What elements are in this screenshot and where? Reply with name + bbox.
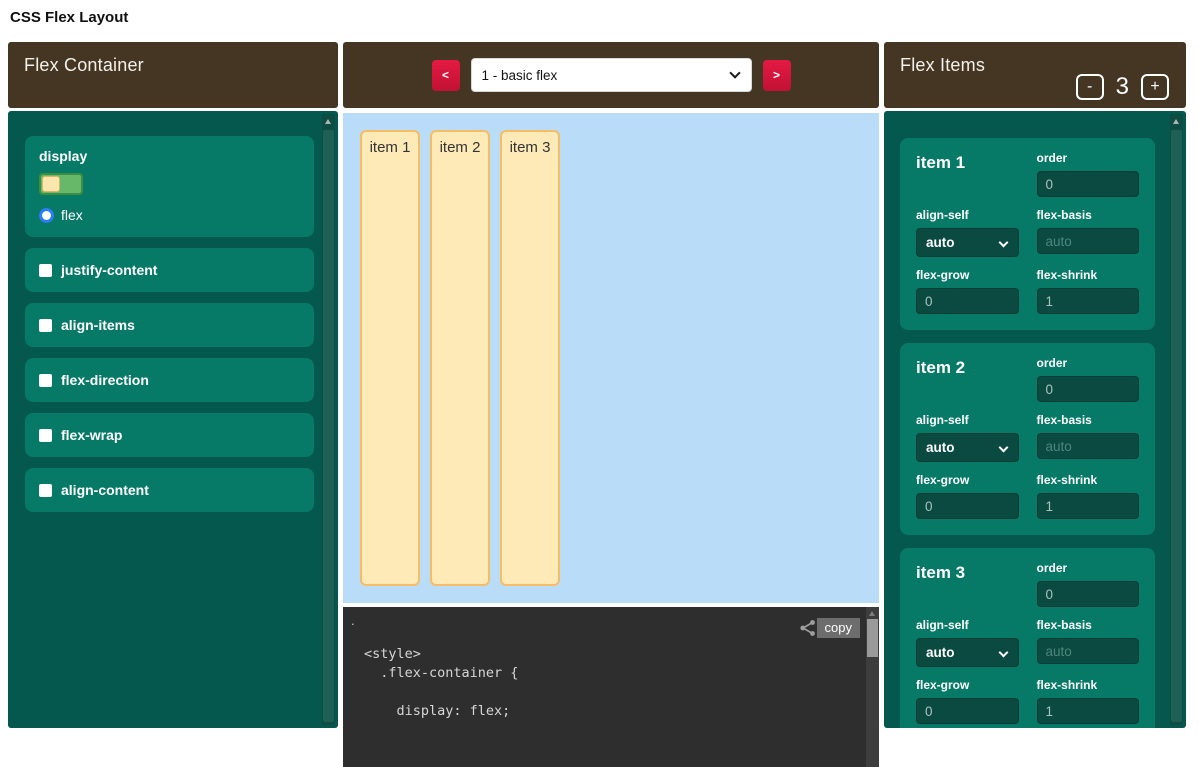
item-2-title: item 2 bbox=[916, 356, 1019, 402]
justify-content-label: justify-content bbox=[61, 262, 157, 278]
code-scrollbar-thumb[interactable] bbox=[867, 619, 878, 657]
flex-basis-label: flex-basis bbox=[1037, 413, 1140, 427]
flex-container-title: Flex Container bbox=[24, 55, 144, 76]
order-label: order bbox=[1037, 356, 1140, 370]
flex-items-panel: Flex Items - 3 + item 1 order align-self bbox=[884, 42, 1186, 728]
item-1-card: item 1 order align-self auto flex-basis bbox=[900, 138, 1155, 330]
item-count: 3 bbox=[1116, 73, 1129, 101]
item-1-title: item 1 bbox=[916, 151, 1019, 197]
flex-shrink-input[interactable] bbox=[1037, 288, 1140, 314]
flex-direction-checkbox[interactable] bbox=[39, 374, 52, 387]
align-self-label: align-self bbox=[916, 618, 1019, 632]
flex-basis-input[interactable] bbox=[1037, 638, 1140, 664]
flex-wrap-checkbox[interactable] bbox=[39, 429, 52, 442]
cursor-dot: . bbox=[351, 613, 355, 628]
right-panel-scrollbar[interactable] bbox=[1170, 114, 1183, 725]
flex-container-panel: Flex Container display flex justify-cont… bbox=[8, 42, 338, 728]
demo-nav-header: < 1 - basic flex > bbox=[343, 42, 879, 108]
flex-items-title: Flex Items bbox=[900, 55, 985, 76]
next-demo-button[interactable]: > bbox=[763, 60, 791, 91]
flex-preview-area: item 1 item 2 item 3 bbox=[343, 113, 879, 603]
code-line: display: flex; bbox=[364, 702, 849, 721]
display-label: display bbox=[39, 148, 300, 164]
flex-basis-label: flex-basis bbox=[1037, 618, 1140, 632]
flex-items-body: item 1 order align-self auto flex-basis bbox=[884, 111, 1186, 728]
item-count-stepper: - 3 + bbox=[1076, 73, 1169, 101]
page-title: CSS Flex Layout bbox=[10, 9, 128, 26]
flex-container-header: Flex Container bbox=[8, 42, 338, 108]
scroll-up-icon[interactable] bbox=[869, 611, 875, 616]
flex-grow-input[interactable] bbox=[916, 698, 1019, 724]
code-line: .flex-container { bbox=[364, 664, 849, 683]
flex-basis-input[interactable] bbox=[1037, 433, 1140, 459]
toggle-knob bbox=[42, 176, 60, 192]
order-input[interactable] bbox=[1037, 171, 1140, 197]
display-toggle[interactable] bbox=[39, 173, 83, 195]
code-panel: . copy <style> .flex-container { display… bbox=[343, 607, 879, 767]
align-items-checkbox[interactable] bbox=[39, 319, 52, 332]
demo-select[interactable]: 1 - basic flex bbox=[471, 58, 752, 92]
align-self-label: align-self bbox=[916, 208, 1019, 222]
flex-container-body: display flex justify-content align-items bbox=[8, 111, 338, 728]
preview-flex-item-3: item 3 bbox=[500, 130, 560, 586]
generated-css-code: <style> .flex-container { display: flex; bbox=[364, 645, 849, 721]
order-input[interactable] bbox=[1037, 581, 1140, 607]
align-self-select[interactable]: auto bbox=[916, 228, 1019, 257]
scroll-up-icon[interactable] bbox=[1173, 119, 1179, 124]
align-self-label: align-self bbox=[916, 413, 1019, 427]
flex-grow-input[interactable] bbox=[916, 493, 1019, 519]
flex-radio-label: flex bbox=[61, 207, 83, 223]
order-input[interactable] bbox=[1037, 376, 1140, 402]
share-icon[interactable] bbox=[799, 619, 817, 642]
flex-wrap-label: flex-wrap bbox=[61, 427, 122, 443]
scroll-up-icon[interactable] bbox=[325, 119, 331, 124]
preview-flex-item-1: item 1 bbox=[360, 130, 420, 586]
flex-grow-input[interactable] bbox=[916, 288, 1019, 314]
preview-flex-item-2: item 2 bbox=[430, 130, 490, 586]
prev-demo-button[interactable]: < bbox=[432, 60, 460, 91]
align-items-label: align-items bbox=[61, 317, 135, 333]
item-3-title: item 3 bbox=[916, 561, 1019, 607]
align-content-checkbox[interactable] bbox=[39, 484, 52, 497]
flex-basis-input[interactable] bbox=[1037, 228, 1140, 254]
code-scrollbar[interactable] bbox=[866, 607, 879, 767]
item-2-card: item 2 order align-self auto flex-basis bbox=[900, 343, 1155, 535]
add-item-button[interactable]: + bbox=[1141, 74, 1169, 100]
code-line: <style> bbox=[364, 645, 849, 664]
align-content-card[interactable]: align-content bbox=[25, 468, 314, 512]
right-scrollbar-thumb[interactable] bbox=[1171, 130, 1182, 722]
flex-shrink-label: flex-shrink bbox=[1037, 678, 1140, 692]
align-self-select[interactable]: auto bbox=[916, 638, 1019, 667]
justify-content-card[interactable]: justify-content bbox=[25, 248, 314, 292]
flex-wrap-card[interactable]: flex-wrap bbox=[25, 413, 314, 457]
align-self-select[interactable]: auto bbox=[916, 433, 1019, 462]
flex-direction-label: flex-direction bbox=[61, 372, 149, 388]
flex-grow-label: flex-grow bbox=[916, 473, 1019, 487]
flex-radio[interactable] bbox=[39, 208, 54, 223]
flex-shrink-input[interactable] bbox=[1037, 493, 1140, 519]
display-property-card: display flex bbox=[25, 136, 314, 237]
remove-item-button[interactable]: - bbox=[1076, 74, 1104, 100]
flex-direction-card[interactable]: flex-direction bbox=[25, 358, 314, 402]
item-3-card: item 3 order align-self auto flex-basis bbox=[900, 548, 1155, 728]
flex-items-header: Flex Items - 3 + bbox=[884, 42, 1186, 108]
flex-shrink-label: flex-shrink bbox=[1037, 268, 1140, 282]
align-items-card[interactable]: align-items bbox=[25, 303, 314, 347]
justify-content-checkbox[interactable] bbox=[39, 264, 52, 277]
flex-basis-label: flex-basis bbox=[1037, 208, 1140, 222]
align-content-label: align-content bbox=[61, 482, 149, 498]
flex-shrink-input[interactable] bbox=[1037, 698, 1140, 724]
copy-button[interactable]: copy bbox=[817, 618, 860, 638]
flex-grow-label: flex-grow bbox=[916, 678, 1019, 692]
flex-grow-label: flex-grow bbox=[916, 268, 1019, 282]
flex-shrink-label: flex-shrink bbox=[1037, 473, 1140, 487]
left-panel-scrollbar[interactable] bbox=[322, 114, 335, 725]
left-scrollbar-thumb[interactable] bbox=[323, 130, 334, 722]
order-label: order bbox=[1037, 561, 1140, 575]
code-line bbox=[364, 683, 849, 702]
order-label: order bbox=[1037, 151, 1140, 165]
